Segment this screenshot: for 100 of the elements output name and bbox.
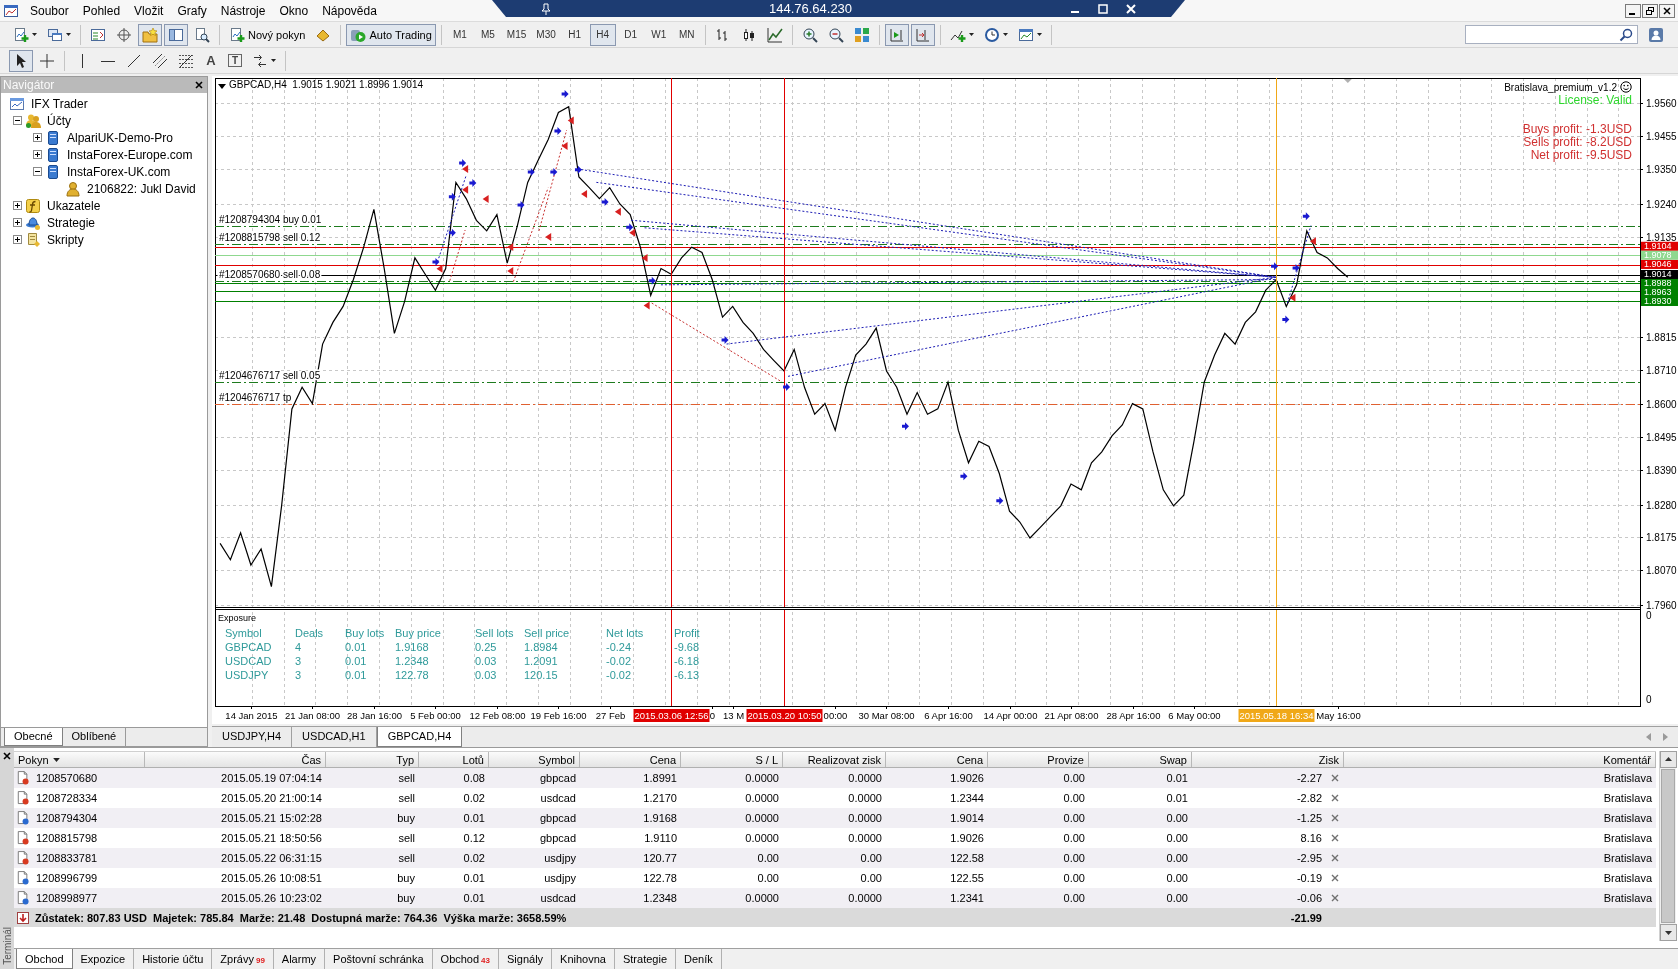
timeframe-button[interactable]: MN: [673, 23, 700, 46]
caret-icon[interactable]: [968, 33, 974, 36]
tab[interactable]: Expozice: [72, 949, 135, 969]
column-header[interactable]: Symbol: [489, 752, 580, 767]
timeframe-button[interactable]: M1: [446, 23, 473, 46]
menu-item[interactable]: Okno: [272, 1, 316, 20]
tab[interactable]: Signály: [499, 949, 553, 969]
template-icon[interactable]: [1017, 26, 1034, 43]
timeframe-button[interactable]: D1: [617, 23, 644, 46]
tree-item[interactable]: Účty: [47, 113, 71, 128]
table-row[interactable]: 1208996799 2015.05.26 10:08:51 buy 0.01 usdjpy 122.78 0.00 0.00 122.55 0.00 0.00 -0.19 Bratislava: [14, 868, 1656, 888]
toolbar-button[interactable]: T: [224, 49, 247, 72]
column-header[interactable]: Typ: [326, 752, 419, 767]
tree-item[interactable]: InstaForex-UK.com: [67, 164, 171, 179]
menu-item[interactable]: Soubor: [23, 1, 76, 20]
windows-icon[interactable]: [47, 26, 63, 43]
close-icon[interactable]: [3, 752, 11, 760]
column-header[interactable]: Provize: [988, 752, 1089, 767]
column-header[interactable]: Komentář: [1344, 752, 1656, 767]
app-icon[interactable]: [3, 2, 19, 19]
tab[interactable]: Zprávy 99: [212, 949, 274, 969]
column-header[interactable]: Cena: [886, 752, 988, 767]
sort-arrow-icon[interactable]: [52, 757, 60, 762]
toolbar-button[interactable]: Nový pokyn: [225, 23, 310, 46]
tab[interactable]: Historie účtu: [134, 949, 213, 969]
menu-item[interactable]: Vložit: [127, 1, 171, 20]
menu-item[interactable]: Grafy: [170, 1, 214, 20]
close-icon[interactable]: [195, 81, 203, 89]
clock-icon[interactable]: [983, 26, 1000, 43]
caret-icon[interactable]: [1002, 33, 1008, 36]
caret-icon[interactable]: [66, 33, 71, 36]
tab[interactable]: Oblíbené: [62, 728, 127, 746]
table-row[interactable]: 1208833781 2015.05.22 06:31:15 sell 0.02 usdjpy 120.77 0.00 0.00 122.58 0.00 0.00 -2.95 Bratislava: [14, 848, 1656, 868]
tab[interactable]: Poštovní schránka: [325, 949, 433, 969]
table-row[interactable]: 1208815798 2015.05.21 18:50:56 sell 0.12 gbpcad 1.9110 0.0000 0.0000 1.9026 0.00 0.00 8.16 Bratislava: [14, 828, 1656, 848]
collapse-icon[interactable]: [33, 167, 42, 176]
collapse-icon[interactable]: [13, 116, 22, 125]
scroll-down-icon[interactable]: [1660, 924, 1677, 941]
tree-item[interactable]: 2106822: Jukl David: [87, 181, 196, 196]
tree-item[interactable]: InstaForex-Europe.com: [67, 147, 193, 162]
table-row[interactable]: 1208998977 2015.05.26 10:23:02 buy 0.01 usdcad 1.2348 0.0000 0.0000 1.2341 0.00 0.00 -0.06 Bratislava: [14, 888, 1656, 908]
expand-icon[interactable]: [33, 150, 42, 159]
tab[interactable]: Knihovna: [552, 949, 615, 969]
minimize-icon[interactable]: [1625, 4, 1641, 18]
tab[interactable]: Obecné: [4, 728, 63, 746]
tree-item[interactable]: Strategie: [47, 215, 96, 230]
close-icon[interactable]: [1659, 4, 1675, 18]
timeframe-button[interactable]: H1: [561, 23, 588, 46]
document-plus-icon[interactable]: [13, 26, 29, 43]
search-icon[interactable]: [1619, 27, 1633, 42]
tab[interactable]: Obchod: [16, 949, 73, 969]
column-header[interactable]: Swap: [1089, 752, 1192, 767]
menu-item[interactable]: Nástroje: [213, 1, 273, 20]
menu-item[interactable]: Nápověda: [315, 1, 384, 20]
timeframe-button[interactable]: M5: [474, 23, 501, 46]
scroll-up-icon[interactable]: [1660, 751, 1677, 768]
caret-icon[interactable]: [271, 59, 277, 62]
tree-item[interactable]: AlpariUK-Demo-Pro: [67, 130, 174, 145]
menu-item[interactable]: Pohled: [75, 1, 128, 20]
pin-icon[interactable]: [540, 2, 552, 15]
column-header[interactable]: Pokyn: [14, 752, 145, 767]
timeframe-button[interactable]: W1: [645, 23, 672, 46]
timeframe-button[interactable]: M15: [502, 23, 531, 46]
arrows-icon[interactable]: [252, 52, 269, 69]
expand-icon[interactable]: [33, 133, 42, 142]
scrollbar[interactable]: [1659, 751, 1676, 941]
table-row[interactable]: 1208570680 2015.05.19 07:04:14 sell 0.08 gbpcad 1.8991 0.0000 0.0000 1.9026 0.00 0.01 -2.27 Bratislava: [14, 768, 1656, 788]
column-header[interactable]: Realizovat zisk: [783, 752, 886, 767]
expand-icon[interactable]: [13, 235, 22, 244]
table-row[interactable]: 1208728334 2015.05.20 21:00:14 sell 0.02 usdcad 1.2170 0.0000 0.0000 1.2344 0.00 0.01 -2.82 Bratislava: [14, 788, 1656, 808]
expand-icon[interactable]: [13, 201, 22, 210]
document-plus-icon[interactable]: [229, 26, 245, 43]
table-cell-text: 0.0000: [847, 811, 883, 826]
column-header[interactable]: S / L: [681, 752, 783, 767]
down-arrow-tile-icon[interactable]: [17, 911, 29, 924]
tab[interactable]: GBPCAD,H4: [376, 727, 463, 747]
tree-item[interactable]: IFX Trader: [31, 96, 88, 111]
caret-icon[interactable]: [1036, 33, 1042, 36]
search-field[interactable]: [1465, 25, 1638, 44]
column-header[interactable]: Zisk: [1192, 752, 1344, 767]
timeframe-button[interactable]: H4: [589, 23, 616, 46]
toolbar-button[interactable]: Auto Trading: [346, 23, 436, 46]
tab[interactable]: Deník: [676, 949, 722, 969]
restore-icon[interactable]: [1642, 4, 1658, 18]
column-header[interactable]: Čas: [145, 752, 326, 767]
expand-icon[interactable]: [13, 218, 22, 227]
tab[interactable]: Alarmy: [273, 949, 326, 969]
tree-item[interactable]: Ukazatele: [47, 198, 101, 213]
timeframe-button[interactable]: M30: [532, 23, 560, 46]
scroll-thumb[interactable]: [1661, 769, 1675, 923]
tab[interactable]: Obchod 43: [432, 949, 499, 969]
caret-icon[interactable]: [32, 33, 37, 36]
toolbar-button[interactable]: A: [200, 49, 222, 72]
tab[interactable]: Strategie: [614, 949, 676, 969]
tree-item[interactable]: Skripty: [47, 232, 84, 247]
table-row[interactable]: 1208794304 2015.05.21 15:02:28 buy 0.01 gbpcad 1.9168 0.0000 0.0000 1.9014 0.00 0.00 -1.25 Bratislava: [14, 808, 1656, 828]
user-icon[interactable]: [1648, 26, 1664, 43]
column-header[interactable]: Lotů: [419, 752, 489, 767]
dropdown-triangle-icon[interactable]: [218, 84, 226, 89]
column-header[interactable]: Cena: [580, 752, 681, 767]
